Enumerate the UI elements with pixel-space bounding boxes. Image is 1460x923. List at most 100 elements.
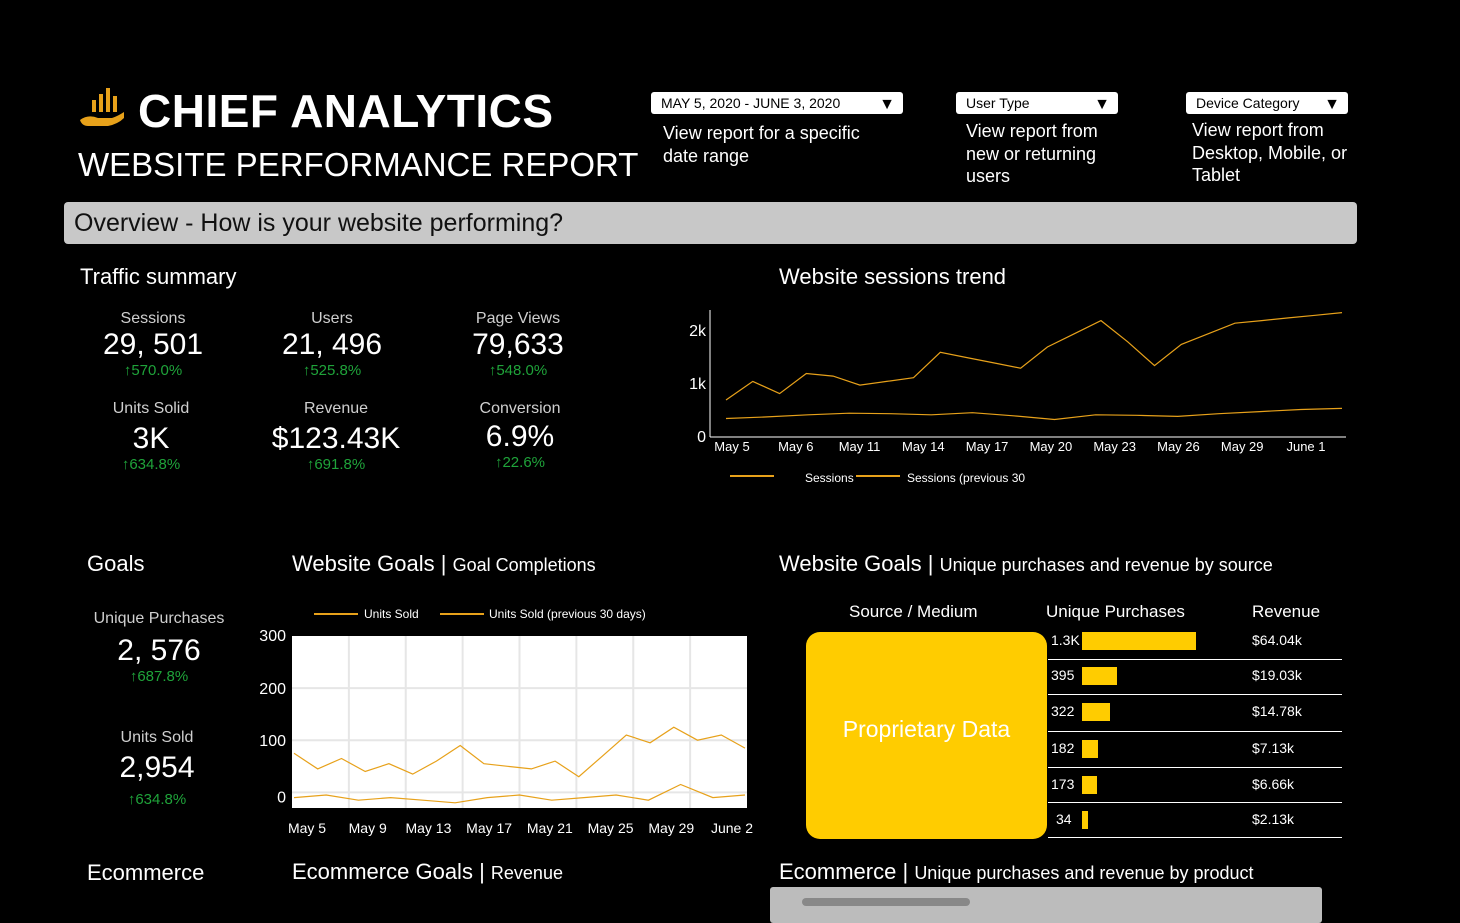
kpi-value: 79,633 xyxy=(472,328,564,361)
kpi-change: ↑691.8% xyxy=(306,456,366,473)
sessions-trend-title: Website sessions trend xyxy=(779,264,1007,289)
dropdown-arrow-icon: ▼ xyxy=(879,96,895,113)
col-header-source[interactable]: Source / Medium xyxy=(849,602,978,622)
x-tick-label: May 9 xyxy=(349,820,387,836)
unique-purchases-value: 182 xyxy=(1051,740,1075,756)
dropdown-arrow-icon: ▼ xyxy=(1324,96,1340,113)
revenue-value: $6.66k xyxy=(1252,776,1295,792)
x-tick-label: May 26 xyxy=(1157,439,1200,454)
revenue-value: $7.13k xyxy=(1252,740,1295,756)
unique-purchases-value: 173 xyxy=(1051,776,1075,792)
user-type-dropdown[interactable]: User Type ▼ xyxy=(956,92,1118,114)
kpi-units-solid: Units Solid 3K ↑634.8% xyxy=(66,400,236,473)
report-title: WEBSITE PERFORMANCE REPORT xyxy=(78,146,639,183)
col-header-revenue[interactable]: Revenue xyxy=(1252,602,1320,622)
x-tick-label: June 2 xyxy=(711,820,753,836)
kpi-change: ↑570.0% xyxy=(123,362,183,379)
kpi-users: Users 21, 496 ↑525.8% xyxy=(247,310,417,379)
website-goals-subtitle: Goal Completions xyxy=(452,555,596,575)
unique-purchases-bar xyxy=(1082,703,1111,721)
overview-section-header: Overview - How is your website performin… xyxy=(64,202,1357,244)
x-tick-label: May 29 xyxy=(1221,439,1264,454)
kpi-change: ↑687.8% xyxy=(129,668,189,685)
kpi-label: Users xyxy=(311,310,353,327)
y-tick-label: 300 xyxy=(259,628,286,645)
unique-purchases-bar xyxy=(1082,776,1098,794)
kpi-change: ↑22.6% xyxy=(494,454,546,471)
kpi-label: Units Sold xyxy=(120,729,194,746)
legend-label: Sessions xyxy=(805,471,854,485)
dropdown-arrow-icon: ▼ xyxy=(1094,96,1110,113)
hand-bar-chart-icon xyxy=(80,88,124,126)
date-range-description: View report for a specific date range xyxy=(663,123,860,166)
user-type-description: View report from new or returning users xyxy=(966,121,1098,186)
proprietary-data-placeholder: Proprietary Data xyxy=(806,632,1047,839)
date-range-dropdown[interactable]: MAY 5, 2020 - JUNE 3, 2020 ▼ xyxy=(651,92,903,114)
kpi-value: 3K xyxy=(132,422,170,455)
x-tick-label: May 14 xyxy=(902,439,945,454)
kpi-value: 2, 576 xyxy=(117,634,201,667)
legend-label: Units Sold (previous 30 days) xyxy=(489,607,646,621)
table-row-divider xyxy=(1048,802,1342,803)
source-goals-title: Website Goals | Unique purchases and rev… xyxy=(779,551,1273,576)
x-tick-label: May 5 xyxy=(714,439,749,454)
app-title: CHIEF ANALYTICS xyxy=(138,85,554,137)
table-row-divider xyxy=(1048,767,1342,768)
kpi-label: Conversion xyxy=(479,400,561,417)
unique-purchases-value: 1.3K xyxy=(1051,632,1080,648)
goal-completions-chart: 0 100 200 300 May 5 May 9 May 13 May 17 May 21 Ma… xyxy=(259,607,753,836)
kpi-revenue: Revenue $123.43K ↑691.8% xyxy=(251,400,421,473)
kpi-label: Page Views xyxy=(475,310,561,327)
unique-purchases-bar xyxy=(1082,632,1196,650)
kpi-change: ↑634.8% xyxy=(121,456,181,473)
x-tick-label: May 13 xyxy=(405,820,451,836)
ecommerce-product-title-text: Ecommerce xyxy=(779,859,897,884)
website-goals-title: Website Goals | Goal Completions xyxy=(292,551,596,576)
kpi-label: Revenue xyxy=(303,400,369,417)
x-tick-label: June 1 xyxy=(1286,439,1325,454)
device-category-dropdown[interactable]: Device Category ▼ xyxy=(1186,92,1348,114)
kpi-change: ↑548.0% xyxy=(488,362,548,379)
legend-label: Units Sold xyxy=(364,607,419,621)
ecommerce-goals-title-text: Ecommerce Goals xyxy=(292,859,473,884)
ecommerce-goals-title: Ecommerce Goals | Revenue xyxy=(292,859,563,884)
x-tick-label: May 23 xyxy=(1093,439,1136,454)
device-category-value: Device Category xyxy=(1196,95,1300,111)
unique-purchases-value: 395 xyxy=(1051,667,1075,683)
kpi-label: Units Solid xyxy=(112,400,190,417)
table-row-divider xyxy=(1048,731,1342,732)
y-tick-label: 200 xyxy=(259,681,286,698)
kpi-value: 21, 496 xyxy=(281,328,383,361)
x-tick-label: May 17 xyxy=(466,820,512,836)
traffic-summary-title: Traffic summary xyxy=(80,264,237,289)
kpi-value: 29, 501 xyxy=(102,328,204,361)
ecommerce-goals-subtitle: Revenue xyxy=(490,863,563,883)
x-tick-label: May 20 xyxy=(1030,439,1073,454)
sessions-trend-chart: 0 1k 2k May 5 May 6 May 11 May 14 May 17 May 20 M… xyxy=(689,310,1346,485)
ecommerce-product-subtitle: Unique purchases and revenue by product xyxy=(914,863,1254,883)
x-tick-label: May 17 xyxy=(966,439,1009,454)
user-type-value: User Type xyxy=(966,95,1030,111)
website-goals-title-text: Website Goals xyxy=(292,551,435,576)
source-goals-title-text: Website Goals xyxy=(779,551,922,576)
x-tick-label: May 29 xyxy=(648,820,694,836)
source-goals-subtitle: Unique purchases and revenue by source xyxy=(939,555,1273,575)
x-tick-label: May 6 xyxy=(778,439,813,454)
unique-purchases-bar xyxy=(1082,811,1088,829)
y-tick-label: 100 xyxy=(259,733,286,750)
horizontal-scrollbar[interactable] xyxy=(802,898,970,906)
table-row-divider xyxy=(1048,694,1342,695)
kpi-value: $123.43K xyxy=(271,422,401,455)
unique-purchases-value: 34 xyxy=(1056,811,1072,827)
kpi-value: 2,954 xyxy=(119,751,195,784)
revenue-value: $14.78k xyxy=(1252,703,1302,719)
revenue-value: $19.03k xyxy=(1252,667,1302,683)
y-tick-label: 0 xyxy=(277,790,286,807)
unique-purchases-bar xyxy=(1082,667,1117,685)
table-row-divider xyxy=(1048,659,1342,660)
unique-purchases-bar xyxy=(1082,740,1098,758)
device-category-description: View report from Desktop, Mobile, or Tab… xyxy=(1192,120,1348,185)
kpi-page-views: Page Views 79,633 ↑548.0% xyxy=(433,310,603,379)
col-header-unique-purchases[interactable]: Unique Purchases xyxy=(1046,602,1185,622)
revenue-value: $2.13k xyxy=(1252,811,1295,827)
